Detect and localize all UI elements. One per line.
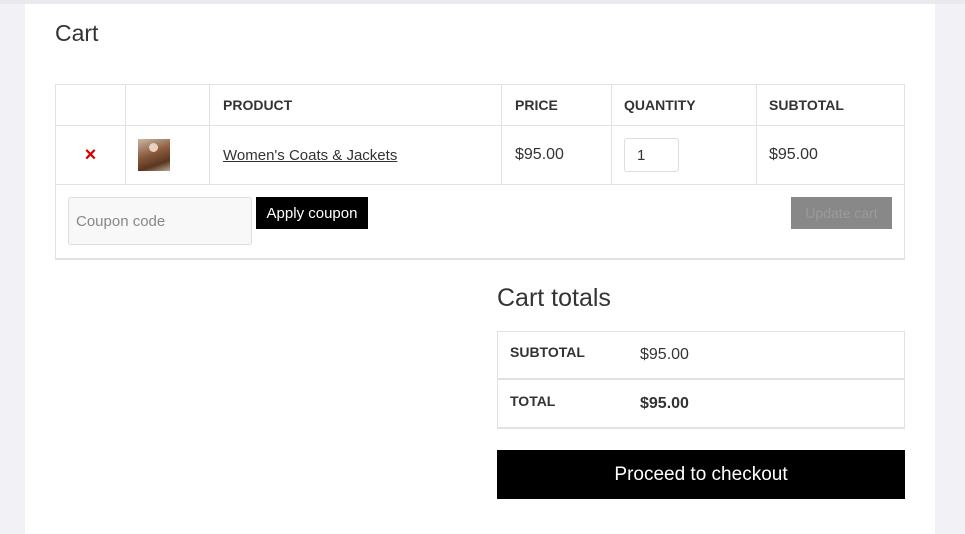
header-remove: [56, 85, 126, 125]
product-name-cell: Women's Coats & Jackets: [210, 126, 502, 184]
cart-actions: Apply coupon Update cart: [56, 185, 904, 258]
update-cart-button[interactable]: Update cart: [791, 197, 892, 229]
cart-totals-title: Cart totals: [497, 284, 611, 312]
coupon-code-input[interactable]: [68, 197, 252, 245]
total-label: TOTAL: [510, 392, 556, 409]
product-subtotal: $95.00: [769, 146, 818, 163]
product-image-icon[interactable]: [138, 139, 170, 171]
product-price: $95.00: [502, 126, 612, 184]
thumbnail-cell: [126, 126, 210, 184]
total-value: $95.00: [640, 394, 689, 412]
apply-coupon-button[interactable]: Apply coupon: [256, 197, 368, 229]
header-product: PRODUCT: [210, 85, 502, 125]
header-thumbnail: [126, 85, 210, 125]
subtotal-row: SUBTOTAL $95.00: [498, 332, 904, 380]
cart-table: PRODUCT PRICE QUANTITY SUBTOTAL × Women'…: [55, 84, 905, 260]
proceed-to-checkout-button[interactable]: Proceed to checkout: [497, 450, 905, 499]
quantity-cell: [612, 126, 757, 184]
total-row: TOTAL $95.00: [498, 380, 904, 428]
product-link[interactable]: Women's Coats & Jackets: [223, 147, 397, 164]
cart-table-header: PRODUCT PRICE QUANTITY SUBTOTAL: [56, 85, 904, 126]
cart-page: Cart PRODUCT PRICE QUANTITY SUBTOTAL × W…: [25, 4, 935, 534]
remove-cell: ×: [56, 126, 126, 184]
table-row: × Women's Coats & Jackets $95.00 $95.00: [56, 126, 904, 185]
header-price: PRICE: [502, 85, 612, 125]
header-quantity: QUANTITY: [612, 85, 757, 125]
cart-totals-table: SUBTOTAL $95.00 TOTAL $95.00: [497, 331, 905, 429]
quantity-input[interactable]: [624, 138, 679, 172]
subtotal-value: $95.00: [640, 346, 689, 363]
page-title: Cart: [55, 20, 99, 46]
subtotal-label: SUBTOTAL: [510, 344, 585, 360]
header-subtotal: SUBTOTAL: [769, 97, 844, 113]
remove-item-icon[interactable]: ×: [85, 145, 97, 165]
